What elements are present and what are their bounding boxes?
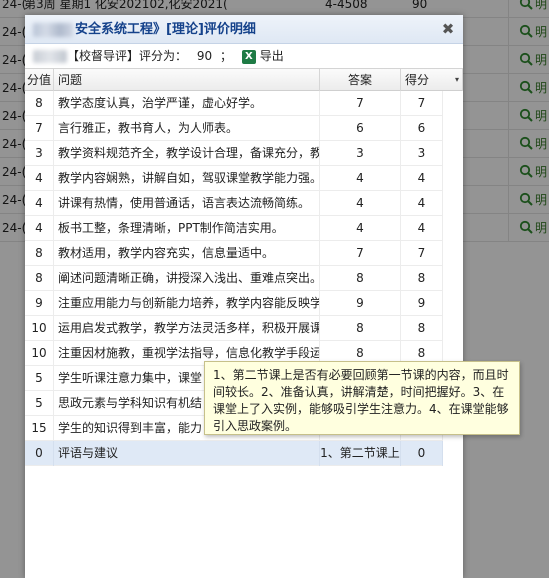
cell-answer: 7	[320, 241, 401, 266]
cell-question: 教学态度认真，治学严谨，虚心好学。	[54, 91, 320, 116]
table-row[interactable]: 4 板书工整，条理清晰，PPT制作简洁实用。 4 4	[25, 216, 443, 241]
cell-score: 3	[401, 141, 443, 166]
cell-answer: 4	[320, 191, 401, 216]
cell-question: 注重应用能力与创新能力培养，教学内容能反映学	[54, 291, 320, 316]
total-score-value: 90	[196, 49, 213, 63]
close-icon[interactable]: ✖	[439, 20, 457, 38]
cell-question: 板书工整，条理清晰，PPT制作简洁实用。	[54, 216, 320, 241]
table-row[interactable]: 3 教学资料规范齐全，教学设计合理，备课充分，教 3 3	[25, 141, 443, 166]
cell-weight: 10	[25, 316, 54, 341]
evaluation-detail-dialog: 安全系统工程》[理论]评价明细 ✖ 【校督导评】评分为： 90 ； X 导出 分值…	[25, 15, 463, 578]
cell-weight: 4	[25, 166, 54, 191]
cell-weight: 9	[25, 291, 54, 316]
cell-weight: 4	[25, 216, 54, 241]
column-header-answer[interactable]: 答案	[320, 69, 401, 91]
table-row[interactable]: 9 注重应用能力与创新能力培养，教学内容能反映学 9 9	[25, 291, 443, 316]
cell-weight: 4	[25, 191, 54, 216]
dialog-header: 安全系统工程》[理论]评价明细 ✖	[25, 15, 463, 44]
cell-answer: 9	[320, 291, 401, 316]
cell-answer: 6	[320, 116, 401, 141]
cell-answer: 4	[320, 166, 401, 191]
cell-question: 讲课有热情，使用普通话，语言表达流畅简练。	[54, 191, 320, 216]
cell-weight: 7	[25, 116, 54, 141]
cell-question: 评语与建议	[54, 441, 320, 466]
cell-weight: 10	[25, 341, 54, 366]
table-row[interactable]: 0 评语与建议 1、第二节课上 0	[25, 441, 443, 466]
dialog-title: 安全系统工程》[理论]评价明细	[33, 15, 256, 44]
column-header-score[interactable]: 得分 ▾	[401, 69, 463, 91]
cell-answer: 4	[320, 216, 401, 241]
cell-weight: 5	[25, 366, 54, 391]
cell-score: 8	[401, 266, 443, 291]
comment-tooltip: 1、第二节课上是否有必要回顾第一节课的内容，而且时间较长。2、准备认真，讲解清楚…	[204, 361, 520, 435]
excel-icon: X	[241, 49, 256, 64]
cell-weight: 0	[25, 441, 54, 466]
separator-text: ；	[219, 49, 232, 63]
cell-weight: 8	[25, 91, 54, 116]
cell-question: 运用启发式教学，教学方法灵活多样，积极开展课	[54, 316, 320, 341]
cell-score: 9	[401, 291, 443, 316]
cell-question: 教材适用，教学内容充实，信息量适中。	[54, 241, 320, 266]
table-row[interactable]: 10 运用启发式教学，教学方法灵活多样，积极开展课 8 8	[25, 316, 443, 341]
table-row[interactable]: 4 讲课有热情，使用普通话，语言表达流畅简练。 4 4	[25, 191, 443, 216]
dialog-toolbar: 【校督导评】评分为： 90 ； X 导出	[25, 44, 463, 68]
cell-weight: 8	[25, 266, 54, 291]
export-button[interactable]: X 导出	[241, 44, 284, 68]
cell-answer: 1、第二节课上	[320, 441, 401, 466]
cell-score: 4	[401, 166, 443, 191]
sort-desc-icon[interactable]: ▾	[455, 69, 459, 91]
cell-answer: 8	[320, 266, 401, 291]
cell-question: 阐述问题清晰正确，讲授深入浅出、重难点突出。	[54, 266, 320, 291]
cell-weight: 3	[25, 141, 54, 166]
export-label: 导出	[259, 49, 284, 63]
cell-weight: 5	[25, 391, 54, 416]
cell-score: 6	[401, 116, 443, 141]
cell-score: 4	[401, 191, 443, 216]
reviewer-role-label: 【校督导评】评分为：	[67, 49, 188, 63]
cell-answer: 3	[320, 141, 401, 166]
redacted-reviewer-name	[33, 50, 67, 63]
cell-score: 0	[401, 441, 443, 466]
column-header-question[interactable]: 问题	[54, 69, 320, 91]
cell-weight: 8	[25, 241, 54, 266]
cell-answer: 8	[320, 316, 401, 341]
table-header: 分值 问题 答案 得分 ▾	[25, 68, 463, 91]
cell-score: 7	[401, 91, 443, 116]
table-row[interactable]: 7 言行雅正，教书育人，为人师表。 6 6	[25, 116, 443, 141]
column-header-score-label: 得分	[405, 73, 430, 87]
table-row[interactable]: 8 阐述问题清晰正确，讲授深入浅出、重难点突出。 8 8	[25, 266, 443, 291]
table-row[interactable]: 8 教材适用，教学内容充实，信息量适中。 7 7	[25, 241, 443, 266]
column-header-weight[interactable]: 分值	[25, 69, 54, 91]
table-row[interactable]: 4 教学内容娴熟，讲解自如，驾驭课堂教学能力强。 4 4	[25, 166, 443, 191]
cell-weight: 15	[25, 416, 54, 441]
cell-question: 言行雅正，教书育人，为人师表。	[54, 116, 320, 141]
cell-question: 教学内容娴熟，讲解自如，驾驭课堂教学能力强。	[54, 166, 320, 191]
table-row[interactable]: 8 教学态度认真，治学严谨，虚心好学。 7 7	[25, 91, 443, 116]
cell-score: 8	[401, 316, 443, 341]
cell-score: 7	[401, 241, 443, 266]
table-scroll-area[interactable]	[443, 91, 463, 578]
redacted-course-name	[33, 22, 73, 37]
cell-question: 教学资料规范齐全，教学设计合理，备课充分，教	[54, 141, 320, 166]
cell-score: 4	[401, 216, 443, 241]
cell-answer: 7	[320, 91, 401, 116]
